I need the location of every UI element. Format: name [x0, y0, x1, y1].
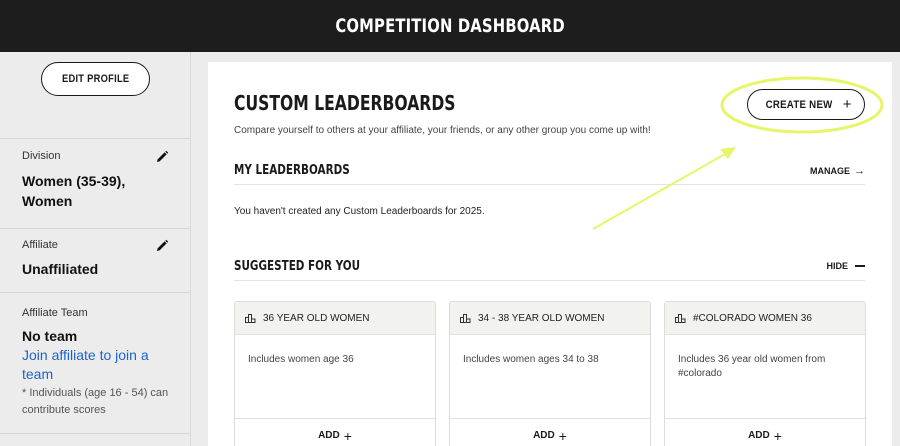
card-title: 36 YEAR OLD WOMEN	[263, 312, 370, 324]
division-value-line1: Women (35-39),	[22, 173, 126, 189]
suggested-heading: SUGGESTED FOR YOU	[234, 259, 361, 274]
custom-leaderboards-subtitle: Compare yourself to others at your affil…	[234, 125, 651, 136]
my-leaderboards-heading: MY LEADERBOARDS	[234, 163, 350, 178]
edit-profile-button[interactable]: EDIT PROFILE	[41, 62, 150, 96]
page-title: COMPETITION DASHBOARD	[335, 15, 565, 37]
add-label: ADD	[533, 430, 555, 441]
contribution-note-line2: contribute scores	[22, 404, 106, 416]
card-description: Includes 36 year old women from #colorad…	[678, 354, 826, 379]
empty-leaderboards-message: You haven't created any Custom Leaderboa…	[234, 206, 485, 217]
suggested-card: #COLORADO WOMEN 36 Includes 36 year old …	[664, 301, 866, 446]
division-value-line2: Women	[22, 193, 73, 209]
plus-icon: +	[558, 427, 567, 444]
add-label: ADD	[748, 430, 770, 441]
join-affiliate-link[interactable]: Join affiliate to join a team	[22, 346, 149, 384]
manage-link[interactable]: MANAGE →	[810, 165, 865, 177]
affiliate-label: Affiliate	[22, 239, 58, 251]
my-leaderboards-header: MY LEADERBOARDS MANAGE →	[234, 159, 865, 185]
create-new-button[interactable]: CREATE NEW +	[747, 89, 865, 120]
leaderboard-podium-icon	[460, 313, 471, 323]
minus-icon	[855, 265, 865, 267]
suggested-header: SUGGESTED FOR YOU HIDE	[234, 255, 865, 281]
add-leaderboard-button[interactable]: ADD +	[450, 418, 650, 446]
leaderboard-podium-icon	[675, 313, 686, 323]
edit-profile-label: EDIT PROFILE	[61, 73, 130, 85]
add-leaderboard-button[interactable]: ADD +	[665, 418, 865, 446]
custom-leaderboards-panel: CUSTOM LEADERBOARDS Compare yourself to …	[208, 62, 892, 446]
division-section: Division Women (35-39), Women	[0, 138, 191, 228]
plus-icon: +	[842, 96, 852, 113]
card-header: #COLORADO WOMEN 36	[665, 302, 865, 335]
hide-label: HIDE	[826, 261, 848, 271]
add-label: ADD	[318, 430, 340, 441]
plus-icon: +	[773, 427, 782, 444]
create-new-label: CREATE NEW	[765, 98, 833, 111]
top-bar: COMPETITION DASHBOARD	[0, 0, 900, 52]
plus-icon: +	[343, 427, 352, 444]
profile-sidebar: EDIT PROFILE Division Women (35-39), Wom…	[0, 52, 191, 446]
edit-division-pencil-icon[interactable]	[155, 150, 169, 164]
join-affiliate-link-line1[interactable]: Join affiliate to join a	[22, 346, 149, 365]
suggested-card: 36 YEAR OLD WOMEN Includes women age 36 …	[234, 301, 436, 446]
manage-label: MANAGE	[810, 166, 850, 176]
division-label: Division	[22, 150, 61, 162]
card-header: 36 YEAR OLD WOMEN	[235, 302, 435, 335]
card-header: 34 - 38 YEAR OLD WOMEN	[450, 302, 650, 335]
card-description: Includes women ages 34 to 38	[463, 354, 599, 365]
suggested-card: 34 - 38 YEAR OLD WOMEN Includes women ag…	[449, 301, 651, 446]
contribution-note: * Individuals (age 16 - 54) can contribu…	[22, 385, 168, 419]
affiliate-team-label: Affiliate Team	[22, 307, 88, 319]
card-description: Includes women age 36	[248, 354, 354, 365]
leaderboard-podium-icon	[245, 313, 256, 323]
custom-leaderboards-title: CUSTOM LEADERBOARDS	[234, 91, 456, 115]
card-title: #COLORADO WOMEN 36	[693, 312, 812, 324]
affiliate-team-section: Affiliate Team No team Join affiliate to…	[0, 292, 191, 434]
affiliate-team-value: No team	[22, 328, 78, 344]
join-affiliate-link-line2[interactable]: team	[22, 365, 149, 384]
arrow-right-icon: →	[854, 165, 865, 177]
hide-suggested-button[interactable]: HIDE	[826, 261, 865, 271]
add-leaderboard-button[interactable]: ADD +	[235, 418, 435, 446]
card-title: 34 - 38 YEAR OLD WOMEN	[478, 312, 605, 324]
affiliate-value: Unaffiliated	[22, 261, 99, 277]
edit-affiliate-pencil-icon[interactable]	[155, 239, 169, 253]
affiliate-section: Affiliate Unaffiliated	[0, 228, 191, 292]
contribution-note-line1: * Individuals (age 16 - 54) can	[22, 387, 169, 399]
